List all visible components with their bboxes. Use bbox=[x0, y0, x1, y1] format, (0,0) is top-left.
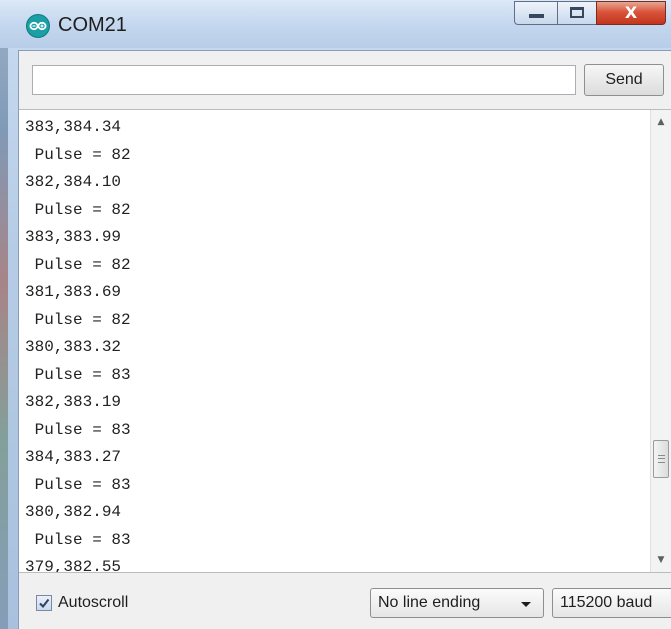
serial-output-line: Pulse = 83 bbox=[25, 530, 131, 549]
serial-output-line: Pulse = 82 bbox=[25, 255, 131, 274]
grip-icon bbox=[658, 455, 665, 463]
close-icon: X bbox=[624, 3, 638, 22]
arduino-icon bbox=[26, 14, 50, 38]
serial-output-line: Pulse = 82 bbox=[25, 145, 131, 164]
maximize-button[interactable] bbox=[557, 1, 597, 25]
serial-monitor-window: COM21 X Send 383,384.34 Pulse = 82 382,38… bbox=[0, 0, 671, 629]
send-button[interactable]: Send bbox=[584, 64, 664, 96]
serial-output-line: Pulse = 82 bbox=[25, 310, 131, 329]
serial-monitor-client: Send 383,384.34 Pulse = 82 382,384.10 Pul… bbox=[18, 50, 671, 629]
serial-output-line: 380,382.94 bbox=[25, 503, 122, 521]
autoscroll-checkbox[interactable] bbox=[36, 595, 52, 611]
serial-output-area[interactable]: 383,384.34 Pulse = 82 382,384.10 Pulse = … bbox=[19, 109, 671, 573]
serial-output-line: 380,383.32 bbox=[25, 338, 122, 356]
line-ending-value: No line ending bbox=[378, 594, 481, 611]
vertical-scrollbar[interactable]: ▲ ▼ bbox=[650, 110, 671, 572]
background-bleed bbox=[0, 0, 8, 629]
serial-output-line: Pulse = 83 bbox=[25, 365, 131, 384]
serial-output-line: 382,384.10 bbox=[25, 173, 122, 191]
chevron-up-icon[interactable]: ▲ bbox=[651, 112, 671, 132]
minimize-icon bbox=[529, 14, 544, 18]
autoscroll-label: Autoscroll bbox=[58, 594, 129, 611]
minimize-button[interactable] bbox=[514, 1, 558, 25]
serial-output-line: 383,383.99 bbox=[25, 228, 122, 246]
send-input[interactable] bbox=[32, 65, 576, 95]
serial-output-line: 381,383.69 bbox=[25, 283, 122, 301]
serial-output-line: Pulse = 83 bbox=[25, 475, 131, 494]
close-button[interactable]: X bbox=[596, 1, 666, 25]
serial-output-line: 383,384.34 bbox=[25, 118, 122, 136]
maximize-icon bbox=[570, 7, 584, 18]
checkmark-icon bbox=[39, 598, 50, 609]
serial-output-line: 384,383.27 bbox=[25, 448, 122, 466]
serial-output-line: 379,382.55 bbox=[25, 558, 122, 573]
line-ending-select[interactable]: No line ending bbox=[370, 588, 544, 618]
serial-output-line: Pulse = 83 bbox=[25, 420, 131, 439]
baud-rate-select[interactable]: 115200 baud bbox=[552, 588, 671, 618]
scroll-thumb[interactable] bbox=[653, 440, 669, 478]
autoscroll-toggle[interactable]: Autoscroll bbox=[36, 592, 128, 614]
serial-output-line: Pulse = 82 bbox=[25, 200, 131, 219]
title-bar[interactable]: COM21 X bbox=[0, 0, 671, 48]
serial-output-line: 382,383.19 bbox=[25, 393, 122, 411]
serial-output-log: 383,384.34 Pulse = 82 382,384.10 Pulse = … bbox=[19, 114, 131, 573]
baud-rate-value: 115200 baud bbox=[560, 594, 653, 611]
chevron-down-icon[interactable]: ▼ bbox=[651, 550, 671, 570]
chevron-down-icon bbox=[521, 602, 531, 607]
window-title: COM21 bbox=[58, 14, 127, 36]
footer-bar: Autoscroll No line ending 115200 baud bbox=[19, 573, 671, 629]
